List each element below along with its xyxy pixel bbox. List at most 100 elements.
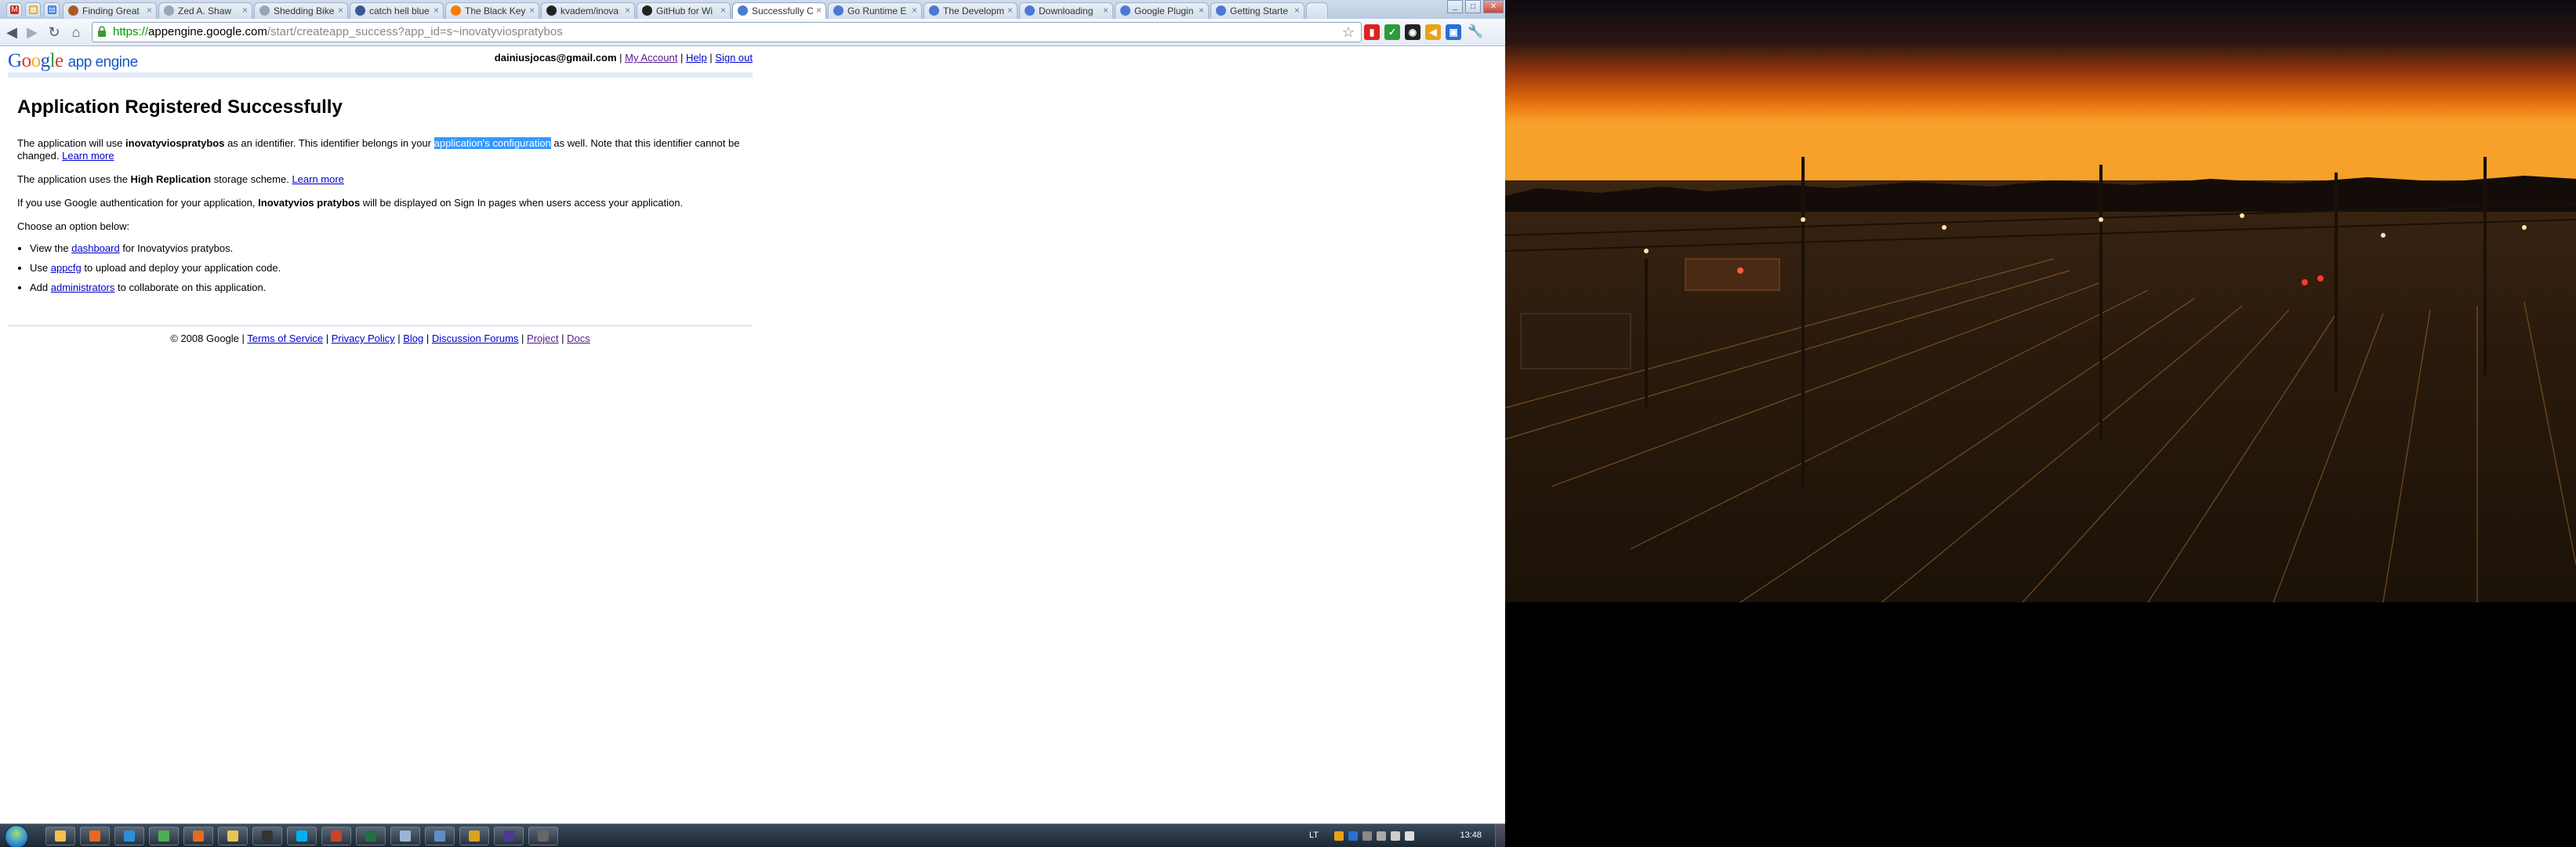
taskbar-app-button[interactable]	[494, 827, 524, 845]
tray-gear-icon[interactable]	[1362, 831, 1372, 841]
tray-app-icon[interactable]	[1334, 831, 1344, 841]
browser-tab[interactable]: Successfully C ×	[732, 2, 826, 20]
home-button[interactable]: ⌂	[67, 24, 85, 41]
address-bar[interactable]: https://appengine.google.com/start/creat…	[92, 22, 1362, 42]
forums-link[interactable]: Discussion Forums	[432, 333, 519, 344]
taskbar-app-button[interactable]	[425, 827, 455, 845]
show-desktop-button[interactable]	[1495, 824, 1505, 847]
appcfg-link[interactable]: appcfg	[51, 262, 82, 274]
learn-more-link-2[interactable]: Learn more	[292, 173, 343, 185]
reload-button[interactable]: ↻	[45, 24, 63, 41]
browser-tab[interactable]: The Developm ×	[923, 2, 1018, 19]
bookmark-star-icon[interactable]: ☆	[1342, 23, 1355, 42]
bookmark-extension-icon[interactable]: ▮	[1364, 24, 1380, 40]
close-tab-icon[interactable]: ×	[720, 5, 726, 16]
forward-button[interactable]: ▶	[24, 24, 41, 41]
taskbar-app-button[interactable]	[321, 827, 351, 845]
browser-tab[interactable]: Shedding Bike ×	[254, 2, 348, 19]
close-tab-icon[interactable]: ×	[816, 5, 822, 16]
sign-out-link[interactable]: Sign out	[715, 52, 753, 64]
close-tab-icon[interactable]: ×	[434, 5, 439, 16]
close-tab-icon[interactable]: ×	[242, 5, 248, 16]
back-arrow-icon: ◀	[6, 24, 17, 40]
appengine-icon	[1025, 5, 1035, 16]
feedback-extension-icon[interactable]: ◀	[1425, 24, 1441, 40]
new-tab-button[interactable]	[1306, 2, 1328, 19]
network-icon[interactable]	[1391, 831, 1400, 841]
browser-tab[interactable]: Go Runtime E ×	[828, 2, 922, 19]
taskbar-app-button[interactable]	[356, 827, 386, 845]
browser-tab[interactable]: Getting Starte ×	[1210, 2, 1304, 19]
browser-tab[interactable]: Google Plugin ×	[1115, 2, 1209, 19]
choose-option-text: Choose an option below:	[17, 220, 130, 232]
pinned-tab-calendar[interactable]: ▦	[25, 2, 41, 16]
chrome-icon	[158, 831, 169, 842]
learn-more-link-1[interactable]: Learn more	[62, 150, 114, 162]
tab-title: kvadem/inova	[561, 5, 619, 16]
help-link[interactable]: Help	[686, 52, 707, 64]
my-account-link[interactable]: My Account	[625, 52, 677, 64]
close-tab-icon[interactable]: ×	[1294, 5, 1300, 16]
minimize-button[interactable]: _	[1447, 0, 1463, 13]
globe-icon	[164, 5, 174, 16]
check-extension-icon[interactable]: ✓	[1384, 24, 1400, 40]
back-button[interactable]: ◀	[3, 24, 20, 41]
taskbar-app-button[interactable]	[287, 827, 317, 845]
browser-tab[interactable]: Finding Great ×	[63, 2, 157, 19]
gae-header: Google app engine dainiusjocas@gmail.com …	[8, 45, 753, 78]
close-tab-icon[interactable]: ×	[529, 5, 535, 16]
camera-extension-icon[interactable]: ◉	[1405, 24, 1420, 40]
close-tab-icon[interactable]: ×	[147, 5, 152, 16]
close-tab-icon[interactable]: ×	[1007, 5, 1013, 16]
app-config-link[interactable]: application's configuration	[434, 137, 551, 149]
terms-link[interactable]: Terms of Service	[247, 333, 323, 344]
taskbar-app-button[interactable]	[114, 827, 144, 845]
eclipse-icon	[503, 831, 514, 842]
blog-link[interactable]: Blog	[403, 333, 423, 344]
maximize-button[interactable]: □	[1465, 0, 1481, 13]
start-button[interactable]	[5, 825, 28, 847]
docs-link[interactable]: Docs	[567, 333, 590, 344]
close-window-button[interactable]: ✕	[1483, 0, 1504, 13]
close-tab-icon[interactable]: ×	[1199, 5, 1204, 16]
identifier-paragraph: The application will use inovatyviosprat…	[17, 137, 740, 162]
volume-icon[interactable]	[1405, 831, 1414, 841]
privacy-link[interactable]: Privacy Policy	[332, 333, 395, 344]
close-tab-icon[interactable]: ×	[338, 5, 343, 16]
tray-app-icon[interactable]	[1348, 831, 1358, 841]
taskbar-app-button[interactable]	[528, 827, 558, 845]
reload-icon: ↻	[48, 24, 60, 40]
clock[interactable]: 13:48	[1460, 831, 1482, 840]
project-link[interactable]: Project	[527, 333, 558, 344]
taskbar-app-button[interactable]	[459, 827, 489, 845]
browser-tab[interactable]: GitHub for Wi ×	[637, 2, 731, 19]
administrators-link[interactable]: administrators	[51, 282, 115, 293]
pinned-tab-gmail[interactable]: M	[6, 2, 22, 16]
close-tab-icon[interactable]: ×	[912, 5, 917, 16]
home-icon: ⌂	[71, 24, 81, 40]
browser-tab[interactable]: Zed A. Shaw ×	[158, 2, 252, 19]
google-app-engine-logo[interactable]: Google app engine	[8, 50, 138, 72]
browser-tab[interactable]: The Black Key ×	[445, 2, 539, 19]
taskbar-app-button[interactable]	[80, 827, 110, 845]
close-tab-icon[interactable]: ×	[625, 5, 630, 16]
taskbar-app-button[interactable]	[149, 827, 179, 845]
globe-icon	[259, 5, 270, 16]
taskbar-app-button[interactable]	[390, 827, 420, 845]
taskbar-app-button[interactable]	[218, 827, 248, 845]
taskbar-app-button[interactable]	[45, 827, 75, 845]
close-tab-icon[interactable]: ×	[1103, 5, 1108, 16]
taskbar-app-button[interactable]	[252, 827, 282, 845]
language-indicator[interactable]: LT	[1309, 831, 1319, 840]
translate-extension-icon[interactable]: ▣	[1446, 24, 1461, 40]
tray-display-icon[interactable]	[1377, 831, 1386, 841]
taskbar-app-button[interactable]	[183, 827, 213, 845]
dashboard-link[interactable]: dashboard	[71, 242, 119, 254]
browser-tab[interactable]: kvadem/inova ×	[541, 2, 635, 19]
browser-tab[interactable]: catch hell blue ×	[350, 2, 444, 19]
wrench-menu-icon[interactable]: 🔧	[1468, 24, 1483, 40]
browser-tab-strip: M ▦ ▤ Finding Great × Zed A. Shaw × Shedding…	[0, 0, 1505, 20]
browser-tab[interactable]: Downloading ×	[1019, 2, 1113, 19]
pinned-tab-docs[interactable]: ▤	[44, 2, 60, 16]
page-icon	[355, 5, 365, 16]
